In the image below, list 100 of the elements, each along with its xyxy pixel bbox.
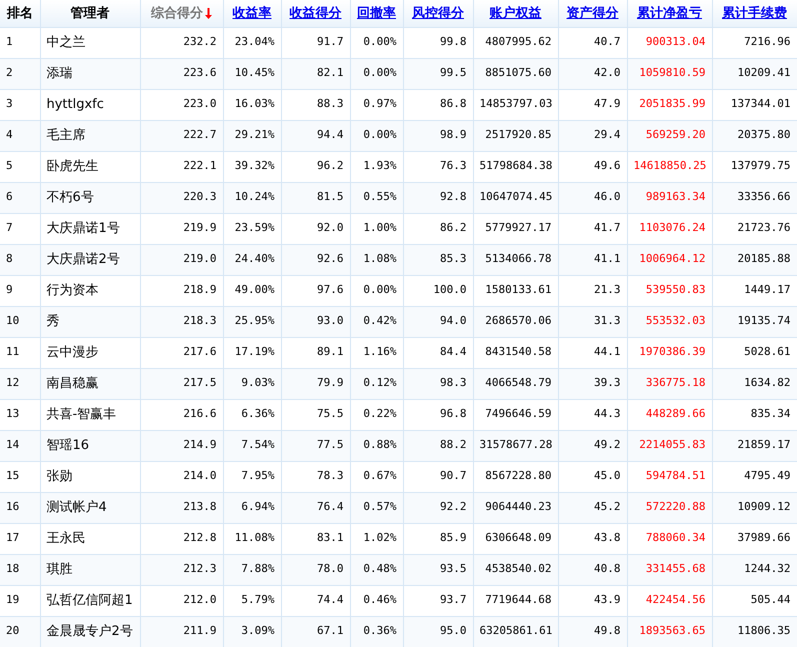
table-cell: 219.9 [140, 213, 223, 244]
table-cell: 78.0 [281, 554, 350, 585]
table-cell: 223.6 [140, 58, 223, 89]
table-cell: 217.5 [140, 368, 223, 399]
manager-name-cell: 南昌稳赢 [40, 368, 140, 399]
table-cell: 7216.96 [712, 27, 797, 58]
table-cell: 31.3 [558, 306, 627, 337]
table-cell: 1006964.12 [627, 244, 712, 275]
table-cell: 37989.66 [712, 523, 797, 554]
column-header: 排名 [6, 6, 33, 20]
table-cell: 0.12% [350, 368, 403, 399]
table-cell: 74.4 [281, 585, 350, 616]
table-cell: 79.9 [281, 368, 350, 399]
table-cell: 788060.34 [627, 523, 712, 554]
table-cell: 222.7 [140, 120, 223, 151]
table-cell: 94.4 [281, 120, 350, 151]
table-cell: 9.03% [223, 368, 281, 399]
table-cell: 0.00% [350, 58, 403, 89]
table-cell: 553532.03 [627, 306, 712, 337]
table-cell: 7.54% [223, 430, 281, 461]
table-cell: 3 [0, 89, 40, 120]
table-cell: 92.6 [281, 244, 350, 275]
table-cell: 81.5 [281, 182, 350, 213]
table-cell: 18 [0, 554, 40, 585]
table-cell: 8851075.60 [473, 58, 558, 89]
table-cell: 5779927.17 [473, 213, 558, 244]
table-cell: 88.2 [403, 430, 473, 461]
table-cell: 15 [0, 461, 40, 492]
table-cell: 17 [0, 523, 40, 554]
table-cell: 89.1 [281, 337, 350, 368]
table-cell: 9 [0, 275, 40, 306]
manager-name-cell: 秀 [40, 306, 140, 337]
table-cell: 83.1 [281, 523, 350, 554]
manager-name-cell: 毛主席 [40, 120, 140, 151]
table-cell: 85.3 [403, 244, 473, 275]
table-cell: 19 [0, 585, 40, 616]
table-cell: 213.8 [140, 492, 223, 523]
table-cell: 1103076.24 [627, 213, 712, 244]
manager-name-cell: 云中漫步 [40, 337, 140, 368]
table-cell: 24.40% [223, 244, 281, 275]
table-cell: 212.8 [140, 523, 223, 554]
table-cell: 31578677.28 [473, 430, 558, 461]
table-cell: 1970386.39 [627, 337, 712, 368]
table-cell: 45.2 [558, 492, 627, 523]
table-cell: 0.00% [350, 275, 403, 306]
manager-name-cell: 大庆鼎诺1号 [40, 213, 140, 244]
table-cell: 49.00% [223, 275, 281, 306]
table-cell: 1.00% [350, 213, 403, 244]
table-cell: 1634.82 [712, 368, 797, 399]
table-cell: 47.9 [558, 89, 627, 120]
table-cell: 14853797.03 [473, 89, 558, 120]
table-cell: 217.6 [140, 337, 223, 368]
table-cell: 46.0 [558, 182, 627, 213]
table-cell: 232.2 [140, 27, 223, 58]
table-cell: 4538540.02 [473, 554, 558, 585]
table-cell: 39.32% [223, 151, 281, 182]
table-cell: 0.57% [350, 492, 403, 523]
table-cell: 422454.56 [627, 585, 712, 616]
table-cell: 4795.49 [712, 461, 797, 492]
table-cell: 16 [0, 492, 40, 523]
table-cell: 21859.17 [712, 430, 797, 461]
table-cell: 20375.80 [712, 120, 797, 151]
table-cell: 45.0 [558, 461, 627, 492]
table-cell: 7.95% [223, 461, 281, 492]
table-cell: 49.6 [558, 151, 627, 182]
table-cell: 88.3 [281, 89, 350, 120]
manager-name-cell: 测试帐户4 [40, 492, 140, 523]
manager-name-cell: 金晨晟专户2号 [40, 616, 140, 647]
table-cell: 96.8 [403, 399, 473, 430]
table-cell: 93.5 [403, 554, 473, 585]
table-cell: 14 [0, 430, 40, 461]
table-cell: 86.2 [403, 213, 473, 244]
table-cell: 900313.04 [627, 27, 712, 58]
table-cell: 0.46% [350, 585, 403, 616]
table-cell: 6306648.09 [473, 523, 558, 554]
table-cell: 989163.34 [627, 182, 712, 213]
table-cell: 223.0 [140, 89, 223, 120]
table-cell: 40.8 [558, 554, 627, 585]
table-cell: 97.6 [281, 275, 350, 306]
table-cell: 336775.18 [627, 368, 712, 399]
table-cell: 92.0 [281, 213, 350, 244]
manager-name-cell: 大庆鼎诺2号 [40, 244, 140, 275]
table-cell: 99.5 [403, 58, 473, 89]
table-cell: 220.3 [140, 182, 223, 213]
table-cell: 7.88% [223, 554, 281, 585]
table-cell: 92.8 [403, 182, 473, 213]
table-cell: 17.19% [223, 337, 281, 368]
table-cell: 5 [0, 151, 40, 182]
table-cell: 2517920.85 [473, 120, 558, 151]
table-cell: 92.2 [403, 492, 473, 523]
table-cell: 1580133.61 [473, 275, 558, 306]
table-cell: 98.3 [403, 368, 473, 399]
table-cell: 12 [0, 368, 40, 399]
table-cell: 835.34 [712, 399, 797, 430]
table-cell: 44.1 [558, 337, 627, 368]
table-cell: 4807995.62 [473, 27, 558, 58]
table-cell: 41.1 [558, 244, 627, 275]
table-cell: 331455.68 [627, 554, 712, 585]
table-cell: 11.08% [223, 523, 281, 554]
manager-name-cell: hyttlgxfc [40, 89, 140, 120]
